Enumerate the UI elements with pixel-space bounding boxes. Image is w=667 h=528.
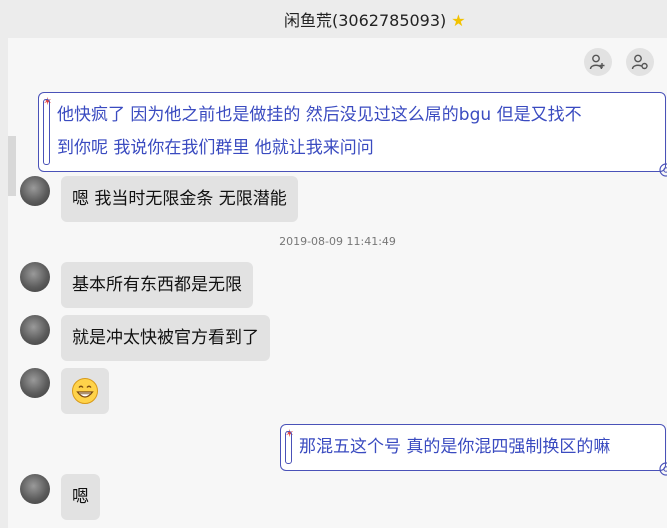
self-message-bubble[interactable]: ✶ 那混五这个号 真的是你混四强制换区的嘛 — [280, 424, 667, 476]
other-message-bubble[interactable]: 就是冲太快被官方看到了 — [61, 315, 270, 361]
chat-title: 闲鱼荒(3062785093) ★ — [284, 7, 466, 31]
member-settings-icon — [631, 54, 648, 70]
avatar[interactable] — [20, 176, 50, 206]
avatar[interactable] — [20, 368, 50, 398]
chat-title-text: 闲鱼荒(3062785093) — [284, 11, 447, 30]
grin-emoji-icon — [72, 378, 98, 404]
star-icon: ★ — [451, 11, 466, 30]
bubble-decoration-icon — [659, 462, 667, 476]
title-bar: 闲鱼荒(3062785093) ★ — [0, 0, 667, 38]
message-text: 就是冲太快被官方看到了 — [72, 328, 259, 348]
other-message-bubble[interactable]: 嗯 — [61, 474, 100, 520]
other-message-bubble[interactable]: 嗯 我当时无限金条 无限潜能 — [61, 176, 298, 222]
other-message-bubble[interactable]: 基本所有东西都是无限 — [61, 262, 253, 308]
bubble-bar — [43, 99, 50, 165]
message-line: 到你呢 我说你在我们群里 他就让我来问问 — [57, 138, 374, 158]
other-message-bubble[interactable] — [61, 368, 109, 414]
bubble-bar — [285, 431, 292, 464]
avatar[interactable] — [20, 315, 50, 345]
add-member-button[interactable] — [584, 48, 612, 76]
add-member-icon — [589, 54, 605, 70]
side-strip — [8, 136, 16, 196]
message-text: 嗯 — [72, 487, 89, 507]
member-settings-button[interactable] — [626, 48, 654, 76]
message-text: 基本所有东西都是无限 — [72, 275, 242, 295]
bubble-decoration-icon — [659, 163, 667, 177]
avatar[interactable] — [20, 474, 50, 504]
message-line: 那混五这个号 真的是你混四强制换区的嘛 — [299, 437, 611, 457]
chat-area[interactable]: ✶ 他快疯了 因为他之前也是做挂的 然后没见过这么屌的bgu 但是又找不 到你呢… — [8, 38, 667, 528]
self-message-bubble[interactable]: ✶ 他快疯了 因为他之前也是做挂的 然后没见过这么屌的bgu 但是又找不 到你呢… — [38, 92, 667, 177]
timestamp: 2019-08-09 11:41:49 — [279, 235, 396, 248]
message-text: 嗯 我当时无限金条 无限潜能 — [72, 189, 287, 209]
avatar[interactable] — [20, 262, 50, 292]
message-line: 他快疯了 因为他之前也是做挂的 然后没见过这么屌的bgu 但是又找不 — [57, 105, 582, 125]
